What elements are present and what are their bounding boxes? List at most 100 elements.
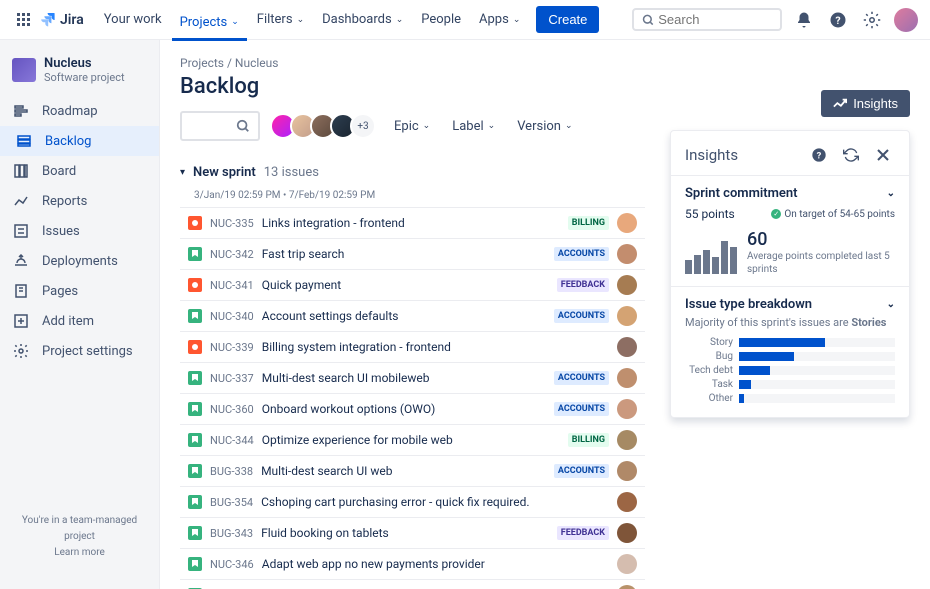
filter-version[interactable]: Version ⌄ (509, 115, 580, 138)
backlog-search[interactable] (180, 111, 260, 141)
story-icon (188, 402, 202, 416)
issue-row[interactable]: BUG-354Cshoping cart purchasing error - … (180, 486, 645, 517)
issue-summary: Links integration - frontend (262, 216, 560, 230)
jira-logo[interactable]: Jira (40, 12, 84, 28)
assignee-avatar[interactable] (617, 585, 637, 589)
assignee-avatar[interactable] (617, 461, 637, 481)
assignee-avatar[interactable] (617, 306, 637, 326)
issue-row[interactable]: NUC-341Quick paymentFEEDBACK (180, 269, 645, 300)
assignee-avatar[interactable] (617, 554, 637, 574)
help-icon[interactable]: ? (807, 143, 831, 167)
sidebar-item-issues[interactable]: Issues (0, 216, 159, 246)
breakdown-bar-bg (739, 352, 895, 361)
nav-dashboards[interactable]: Dashboards⌄ (314, 8, 411, 31)
issue-row[interactable]: NUC-337Multi-dest search UI mobilewebACC… (180, 362, 645, 393)
issue-key: NUC-339 (210, 341, 254, 354)
app-switcher-icon[interactable] (12, 8, 36, 32)
issue-summary: Fast trip search (262, 247, 546, 261)
collapse-icon[interactable]: ▾ (180, 167, 185, 178)
assignee-avatar[interactable] (617, 337, 637, 357)
issue-row[interactable]: NUC-360Onboard workout options (OWO)ACCO… (180, 393, 645, 424)
breakdown-bar-bg (739, 338, 895, 347)
breadcrumb[interactable]: Projects / Nucleus (180, 56, 910, 70)
svg-text:?: ? (817, 150, 822, 161)
project-name: Nucleus (44, 56, 125, 71)
sidebar-item-roadmap[interactable]: Roadmap (0, 96, 159, 126)
help-icon[interactable]: ? (826, 8, 850, 32)
sidebar-footer: You're in a team-managed project Learn m… (0, 501, 159, 573)
issue-summary: Cshoping cart purchasing error - quick f… (261, 495, 609, 509)
bug-icon (188, 216, 202, 230)
avatar-more[interactable]: +3 (350, 113, 376, 139)
issue-row[interactable]: NUC-342Fast trip searchACCOUNTS (180, 238, 645, 269)
assignee-avatar[interactable] (617, 523, 637, 543)
issue-summary: Fluid booking on tablets (261, 526, 549, 540)
story-icon (188, 464, 202, 478)
issue-summary: Onboard workout options (OWO) (262, 402, 546, 416)
search-input[interactable] (658, 12, 772, 27)
sidebar-item-pages[interactable]: Pages (0, 276, 159, 306)
breakdown-label: Bug (685, 351, 733, 362)
issue-summary: Quick payment (262, 278, 549, 292)
sidebar-item-backlog[interactable]: Backlog (0, 126, 159, 156)
close-icon[interactable] (871, 143, 895, 167)
assignee-avatar[interactable] (617, 244, 637, 264)
create-button[interactable]: Create (536, 6, 599, 33)
learn-more-link[interactable]: Learn more (12, 545, 147, 561)
sidebar-item-board[interactable]: Board (0, 156, 159, 186)
top-nav: Jira Your workProjects⌄Filters⌄Dashboard… (0, 0, 930, 40)
notification-icon[interactable] (792, 8, 816, 32)
bug-icon (188, 340, 202, 354)
points-value: 55 points (685, 207, 735, 221)
assignee-avatar[interactable] (617, 430, 637, 450)
sidebar-item-deployments[interactable]: Deployments (0, 246, 159, 276)
issue-list: NUC-335Links integration - frontendBILLI… (180, 207, 645, 589)
issue-key: NUC-335 (210, 217, 254, 230)
project-header[interactable]: Nucleus Software project (0, 56, 159, 96)
global-search[interactable] (632, 8, 782, 31)
sprint-issue-count: 13 issues (264, 165, 319, 180)
issue-row[interactable]: NUC-335Links integration - frontendBILLI… (180, 207, 645, 238)
nav-people[interactable]: People (413, 8, 469, 31)
issue-row[interactable]: BUG-338Multi-dest search UI webACCOUNTS (180, 455, 645, 486)
story-icon (188, 247, 202, 261)
breakdown-label: Other (685, 393, 733, 404)
assignee-avatar[interactable] (617, 275, 637, 295)
chart-bar (721, 241, 728, 273)
avatar-group[interactable]: +3 (270, 113, 376, 139)
issue-row[interactable]: BUG-336Quick booking for accomodations -… (180, 579, 645, 589)
chevron-down-icon[interactable]: ⌄ (887, 188, 895, 199)
filter-epic[interactable]: Epic ⌄ (386, 115, 438, 138)
breakdown-row: Story (685, 337, 895, 348)
nav-projects[interactable]: Projects⌄ (172, 8, 247, 41)
issue-row[interactable]: NUC-340Account settings defaultsACCOUNTS (180, 300, 645, 331)
issue-summary: Billing system integration - frontend (262, 340, 609, 354)
issue-row[interactable]: BUG-343Fluid booking on tabletsFEEDBACK (180, 517, 645, 548)
nav-filters[interactable]: Filters⌄ (249, 8, 312, 31)
filter-label[interactable]: Label ⌄ (444, 115, 503, 138)
user-avatar[interactable] (894, 8, 918, 32)
chart-bar (685, 260, 692, 274)
insights-button[interactable]: Insights (821, 90, 910, 117)
nav-your-work[interactable]: Your work (96, 8, 170, 31)
issue-row[interactable]: NUC-346Adapt web app no new payments pro… (180, 548, 645, 579)
issue-row[interactable]: NUC-344Optimize experience for mobile we… (180, 424, 645, 455)
nav-apps[interactable]: Apps⌄ (471, 8, 528, 31)
page-title: Backlog (180, 74, 910, 99)
refresh-icon[interactable] (839, 143, 863, 167)
settings-icon[interactable] (860, 8, 884, 32)
content: Projects / Nucleus Backlog Insights +3 E… (160, 40, 930, 589)
issue-row[interactable]: NUC-339 Billing system integration - fron… (180, 331, 645, 362)
assignee-avatar[interactable] (617, 368, 637, 388)
breakdown-bar-bg (739, 380, 895, 389)
chart-bar (703, 250, 710, 274)
sidebar-item-reports[interactable]: Reports (0, 186, 159, 216)
assignee-avatar[interactable] (617, 492, 637, 512)
assignee-avatar[interactable] (617, 399, 637, 419)
assignee-avatar[interactable] (617, 213, 637, 233)
issue-summary: Account settings defaults (262, 309, 546, 323)
chevron-down-icon[interactable]: ⌄ (887, 299, 895, 310)
sidebar-item-add-item[interactable]: Add item (0, 306, 159, 336)
sidebar-item-project-settings[interactable]: Project settings (0, 336, 159, 366)
panel-title: Insights (685, 146, 799, 164)
